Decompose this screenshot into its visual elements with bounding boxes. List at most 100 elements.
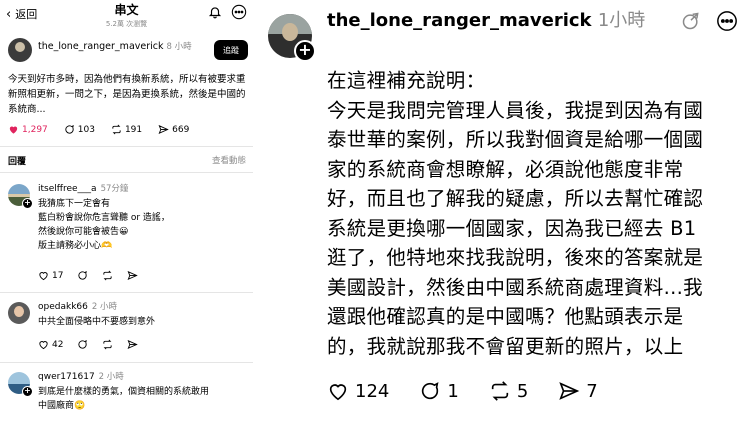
- divider: [0, 172, 253, 173]
- like-button[interactable]: 1,297: [8, 124, 48, 135]
- bell-icon[interactable]: [207, 4, 223, 20]
- comment-icon: [65, 125, 74, 134]
- avatar[interactable]: [8, 38, 32, 62]
- like-button[interactable]: 42: [38, 339, 63, 350]
- replies-label: 回覆: [8, 157, 27, 167]
- comment-line: 藍白粉會說你危言聳聽 or 造謠，: [38, 213, 170, 223]
- view-activity-link[interactable]: 查看動態: [212, 154, 246, 167]
- comment-line: 版主請務必小心🫶: [38, 241, 113, 251]
- divider: [0, 146, 253, 147]
- share-button[interactable]: 669: [158, 124, 189, 135]
- replies-header: 回覆 查看動態: [8, 154, 246, 167]
- comment-icon[interactable]: [77, 270, 88, 281]
- repost-icon: [491, 381, 508, 401]
- send-icon: [559, 382, 580, 400]
- comment-stats: 17: [38, 270, 139, 281]
- comment-text: 我猜底下一定會有 藍白粉會說你危言聳聽 or 造謠， 然後說你可能會被告😀 版主…: [38, 197, 244, 253]
- follow-plus-icon[interactable]: +: [22, 198, 33, 209]
- reply-line: 泰世華的案例，所以我對個資是給哪一個國: [327, 128, 704, 151]
- reply-button[interactable]: 103: [64, 124, 95, 135]
- top-icons: [207, 4, 247, 20]
- heart-icon: [329, 384, 347, 401]
- repost-icon: [112, 124, 121, 135]
- post-time: 8 小時: [166, 42, 192, 52]
- reply-author[interactable]: the_lone_ranger_maverick 1小時: [327, 8, 687, 34]
- like-count: 124: [355, 380, 390, 402]
- comment-line: 到底是什麼樣的勇氣，個資相關的系統敢用: [38, 387, 210, 397]
- view-count: 5.2萬 次瀏覽: [105, 20, 148, 28]
- repost-count: 5: [516, 380, 529, 402]
- reply-line: 好，而且也了解我的疑慮，所以去幫忙確認: [327, 187, 704, 210]
- reply-count: 1: [447, 380, 459, 402]
- comment-time: 2 小時: [98, 372, 124, 382]
- comment-item: + itselffree___a 57分鐘 我猜底下一定會有 藍白粉會說你危言聳聽…: [8, 182, 248, 290]
- reply-stats: 124 1 5 7: [327, 380, 628, 402]
- comment-icon: [422, 382, 439, 400]
- send-icon[interactable]: [127, 339, 139, 350]
- follow-plus-icon[interactable]: +: [22, 386, 33, 397]
- comment-time: 57分鐘: [100, 184, 129, 194]
- like-button[interactable]: 124: [327, 380, 389, 402]
- reply-line: 還跟他確認真的是中國嗎？他點頭表示是: [327, 305, 684, 328]
- reply-time: 1小時: [597, 10, 646, 31]
- post-header: the_lone_ranger_maverick 8 小時 追蹤: [8, 38, 248, 72]
- like-count: 17: [52, 270, 64, 281]
- comment-username[interactable]: opedakk66: [38, 302, 88, 312]
- divider: [0, 292, 253, 293]
- reply-line: 逛了，他特地來找我說明，後來的答案就是: [327, 246, 704, 269]
- reply-line: 美國設計，然後由中國系統商處理資料...我: [327, 275, 703, 299]
- share-count: 669: [172, 124, 190, 135]
- heart-filled-icon: [9, 126, 18, 134]
- divider: [0, 362, 253, 363]
- post-text: 今天到好市多時，因為他們有換新系統，所以有被要求重新照相更新，一問之下，是因為更…: [8, 74, 246, 115]
- comment-time: 2 小時: [91, 302, 117, 312]
- like-count: 1,297: [22, 124, 48, 135]
- repost-button[interactable]: 5: [489, 380, 528, 402]
- share-button[interactable]: 7: [558, 380, 598, 402]
- reply-line: 在這裡補充說明：: [327, 69, 486, 92]
- repost-count: 191: [124, 124, 143, 135]
- comment-username[interactable]: qwer171617: [38, 372, 95, 382]
- comment-author[interactable]: opedakk66 2 小時: [38, 300, 117, 312]
- follow-button[interactable]: 追蹤: [214, 40, 248, 60]
- send-icon[interactable]: [127, 270, 139, 281]
- reply-line: 今天是我問完管理人員後，我提到因為有國: [327, 98, 704, 122]
- more-icon[interactable]: [716, 10, 738, 32]
- share-count: 7: [586, 380, 598, 402]
- comment-line: 然後說你可能會被告😀: [38, 227, 129, 237]
- reply-username[interactable]: the_lone_ranger_maverick: [327, 10, 592, 31]
- top-bar: ‹ 返回 串文 5.2萬 次瀏覽: [0, 0, 253, 28]
- reply-line: 家的系統商會想瞭解，必須說他態度非常: [327, 157, 684, 181]
- like-button[interactable]: 17: [38, 270, 63, 281]
- post-author[interactable]: the_lone_ranger_maverick 8 小時: [38, 40, 198, 54]
- comment-text: 中共全面侵略中不要感到意外: [38, 315, 244, 329]
- more-icon[interactable]: [231, 4, 247, 20]
- reply-actions: [680, 10, 738, 32]
- reply-line: 的，我就說那我不會留更新的照片，以上: [327, 334, 684, 358]
- send-icon: [158, 124, 169, 135]
- heart-icon: [39, 272, 48, 281]
- comment-line: 我猜底下一定會有: [38, 199, 111, 209]
- like-count: 42: [52, 339, 64, 350]
- heart-icon: [39, 341, 48, 350]
- repost-button[interactable]: 191: [111, 124, 142, 135]
- comment-username[interactable]: itselffree___a: [38, 184, 97, 194]
- comment-author[interactable]: itselffree___a 57分鐘: [38, 182, 128, 194]
- repost-icon[interactable]: [102, 270, 113, 281]
- panel-divider: [253, 0, 263, 422]
- reply-count: 103: [77, 124, 95, 135]
- comment-author[interactable]: qwer171617 2 小時: [38, 370, 124, 382]
- reply-button[interactable]: 1: [419, 380, 459, 402]
- repost-icon[interactable]: [102, 339, 113, 350]
- translate-icon[interactable]: [680, 10, 702, 32]
- comment-stats: 42: [38, 339, 139, 350]
- left-panel: ‹ 返回 串文 5.2萬 次瀏覽 the_lone_ranger_maveric…: [0, 0, 253, 422]
- comment-icon[interactable]: [77, 339, 88, 350]
- comment-item: + qwer171617 2 小時 到底是什麼樣的勇氣，個資相關的系統敢用 中國廠…: [8, 370, 248, 422]
- comment-line: 中共全面侵略中不要感到意外: [38, 317, 156, 327]
- avatar[interactable]: [8, 302, 30, 324]
- right-panel: + the_lone_ranger_maverick 1小時 在這裡補充說明： …: [263, 0, 750, 422]
- follow-plus-icon[interactable]: +: [294, 40, 316, 62]
- post-username[interactable]: the_lone_ranger_maverick: [38, 41, 164, 52]
- reply-text: 在這裡補充說明： 今天是我問完管理人員後，我提到因為有國 泰世華的案例，所以我對…: [327, 66, 737, 361]
